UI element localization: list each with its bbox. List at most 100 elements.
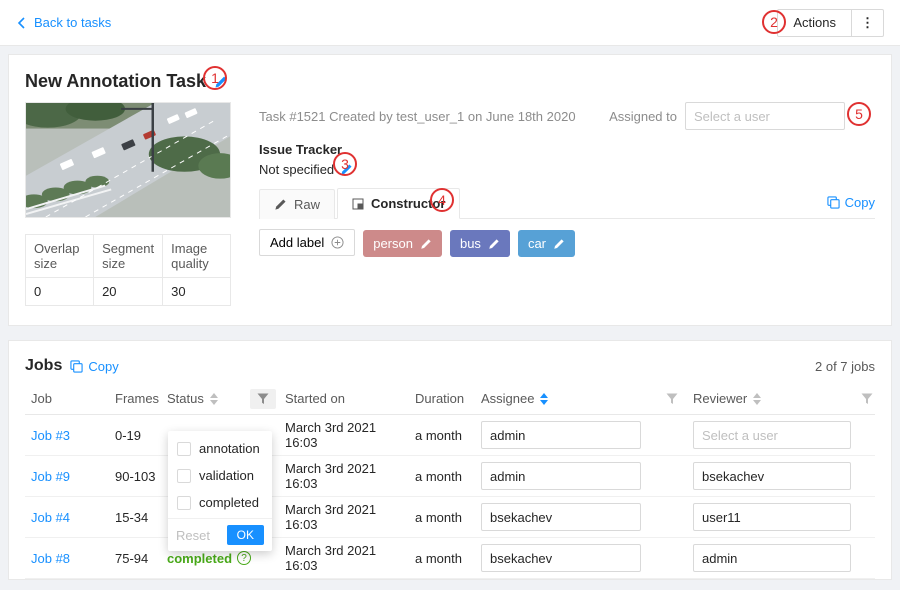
column-header-reviewer-label: Reviewer (693, 391, 747, 406)
task-parameters-table: Overlap size Segment size Image quality … (25, 234, 231, 306)
column-header-status[interactable]: Status (161, 391, 241, 406)
annotation-circle-1: 1 (203, 66, 227, 90)
caret-up-icon (753, 393, 761, 398)
jobs-count-label: 2 of 7 jobs (815, 359, 875, 374)
task-meta-text: Task #1521 Created by test_user_1 on Jun… (259, 109, 576, 124)
tab-raw[interactable]: Raw (259, 189, 335, 219)
annotation-circle-2: 2 (762, 10, 786, 34)
label-chip-bus-name: bus (460, 236, 481, 251)
checkbox-validation[interactable] (177, 469, 191, 483)
assignee-input[interactable] (481, 462, 641, 490)
filter-option-completed-label: completed (199, 495, 259, 510)
job-row: Job #8 75-94 completed ? March 3rd 2021 … (25, 538, 875, 579)
column-header-duration: Duration (409, 391, 475, 406)
column-header-job: Job (25, 391, 109, 406)
reviewer-input[interactable] (693, 544, 851, 572)
assignee-input[interactable] (481, 503, 641, 531)
started-cell: March 3rd 2021 16:03 (279, 543, 409, 573)
plus-circle-icon (331, 236, 344, 249)
labels-constructor-panel: Add label person bus (259, 219, 875, 309)
duration-cell: a month (409, 469, 475, 484)
jobs-title: Jobs (25, 357, 62, 375)
filter-reset-button[interactable]: Reset (176, 528, 210, 543)
column-header-reviewer[interactable]: Reviewer (687, 391, 853, 406)
filter-ok-button[interactable]: OK (227, 525, 264, 545)
filter-option-completed[interactable]: completed (168, 489, 272, 516)
status-sort-carets[interactable] (210, 393, 218, 405)
job-link[interactable]: Job #3 (31, 428, 70, 443)
label-chip-person[interactable]: person (363, 230, 442, 257)
job-link[interactable]: Job #8 (31, 551, 70, 566)
reviewer-input[interactable] (693, 462, 851, 490)
jobs-copy-label: Copy (88, 359, 118, 374)
copy-icon (827, 196, 840, 209)
frames-cell: 15-34 (109, 510, 161, 525)
add-label-button-label: Add label (270, 235, 324, 250)
job-row: Job #9 90-103 March 3rd 2021 16:03 a mon… (25, 456, 875, 497)
edit-label-person-icon[interactable] (420, 238, 432, 250)
task-assignee-input[interactable] (685, 102, 845, 130)
kebab-menu-icon: ⋮ (861, 15, 874, 30)
question-circle-icon[interactable]: ? (237, 551, 251, 565)
checkbox-completed[interactable] (177, 496, 191, 510)
column-header-assignee-label: Assignee (481, 391, 534, 406)
reviewer-sort-carets[interactable] (753, 393, 761, 405)
back-to-tasks-label: Back to tasks (34, 15, 111, 30)
annotation-circle-5: 5 (847, 102, 871, 126)
edit-label-bus-icon[interactable] (488, 238, 500, 250)
label-chip-car-name: car (528, 236, 546, 251)
assigned-to-label: Assigned to (609, 109, 677, 124)
duration-cell: a month (409, 510, 475, 525)
assignee-input[interactable] (481, 421, 641, 449)
caret-down-icon (540, 400, 548, 405)
annotation-circle-3: 3 (333, 152, 357, 176)
started-cell: March 3rd 2021 16:03 (279, 420, 409, 450)
tab-raw-label: Raw (294, 197, 320, 212)
reviewer-filter-funnel-icon[interactable] (861, 393, 873, 405)
raw-edit-icon (274, 198, 287, 211)
actions-menu-button[interactable]: ⋮ (851, 9, 884, 37)
duration-cell: a month (409, 428, 475, 443)
actions-split-button: Actions ⋮ (777, 9, 884, 37)
back-to-tasks-link[interactable]: Back to tasks (16, 15, 111, 30)
task-details-card: New Annotation Task (8, 54, 892, 326)
labels-copy-label: Copy (845, 195, 875, 210)
column-header-assignee[interactable]: Assignee (475, 391, 651, 406)
annotation-circle-4: 4 (430, 188, 454, 212)
add-label-button[interactable]: Add label (259, 229, 355, 256)
jobs-copy-link[interactable]: Copy (70, 359, 118, 374)
status-completed-label: completed (167, 551, 232, 566)
column-header-started: Started on (279, 391, 409, 406)
actions-button[interactable]: Actions (777, 9, 852, 37)
status-filter-funnel-icon[interactable] (250, 389, 276, 409)
duration-cell: a month (409, 551, 475, 566)
task-title: New Annotation Task (25, 71, 206, 92)
filter-option-annotation[interactable]: annotation (168, 435, 272, 462)
frames-cell: 75-94 (109, 551, 161, 566)
status-badge: completed ? (167, 551, 251, 566)
param-value-overlap: 0 (26, 278, 94, 306)
filter-option-validation[interactable]: validation (168, 462, 272, 489)
assignee-sort-carets[interactable] (540, 393, 548, 405)
jobs-table-header: Job Frames Status Started on Duration As… (25, 383, 875, 415)
param-value-segment: 20 (94, 278, 163, 306)
job-link[interactable]: Job #9 (31, 469, 70, 484)
issue-tracker-value: Not specified (259, 162, 334, 177)
label-chip-person-name: person (373, 236, 413, 251)
started-cell: March 3rd 2021 16:03 (279, 502, 409, 532)
labels-copy-link[interactable]: Copy (827, 195, 875, 218)
checkbox-annotation[interactable] (177, 442, 191, 456)
started-cell: March 3rd 2021 16:03 (279, 461, 409, 491)
assignee-filter-funnel-icon[interactable] (666, 393, 678, 405)
caret-down-icon (210, 400, 218, 405)
param-header-segment: Segment size (94, 235, 163, 278)
reviewer-input[interactable] (693, 503, 851, 531)
assignee-input[interactable] (481, 544, 641, 572)
param-value-quality: 30 (163, 278, 231, 306)
job-link[interactable]: Job #4 (31, 510, 70, 525)
edit-label-car-icon[interactable] (553, 238, 565, 250)
reviewer-input[interactable] (693, 421, 851, 449)
status-filter-dropdown: annotation validation completed Reset OK (168, 431, 272, 551)
label-chip-bus[interactable]: bus (450, 230, 510, 257)
label-chip-car[interactable]: car (518, 230, 575, 257)
